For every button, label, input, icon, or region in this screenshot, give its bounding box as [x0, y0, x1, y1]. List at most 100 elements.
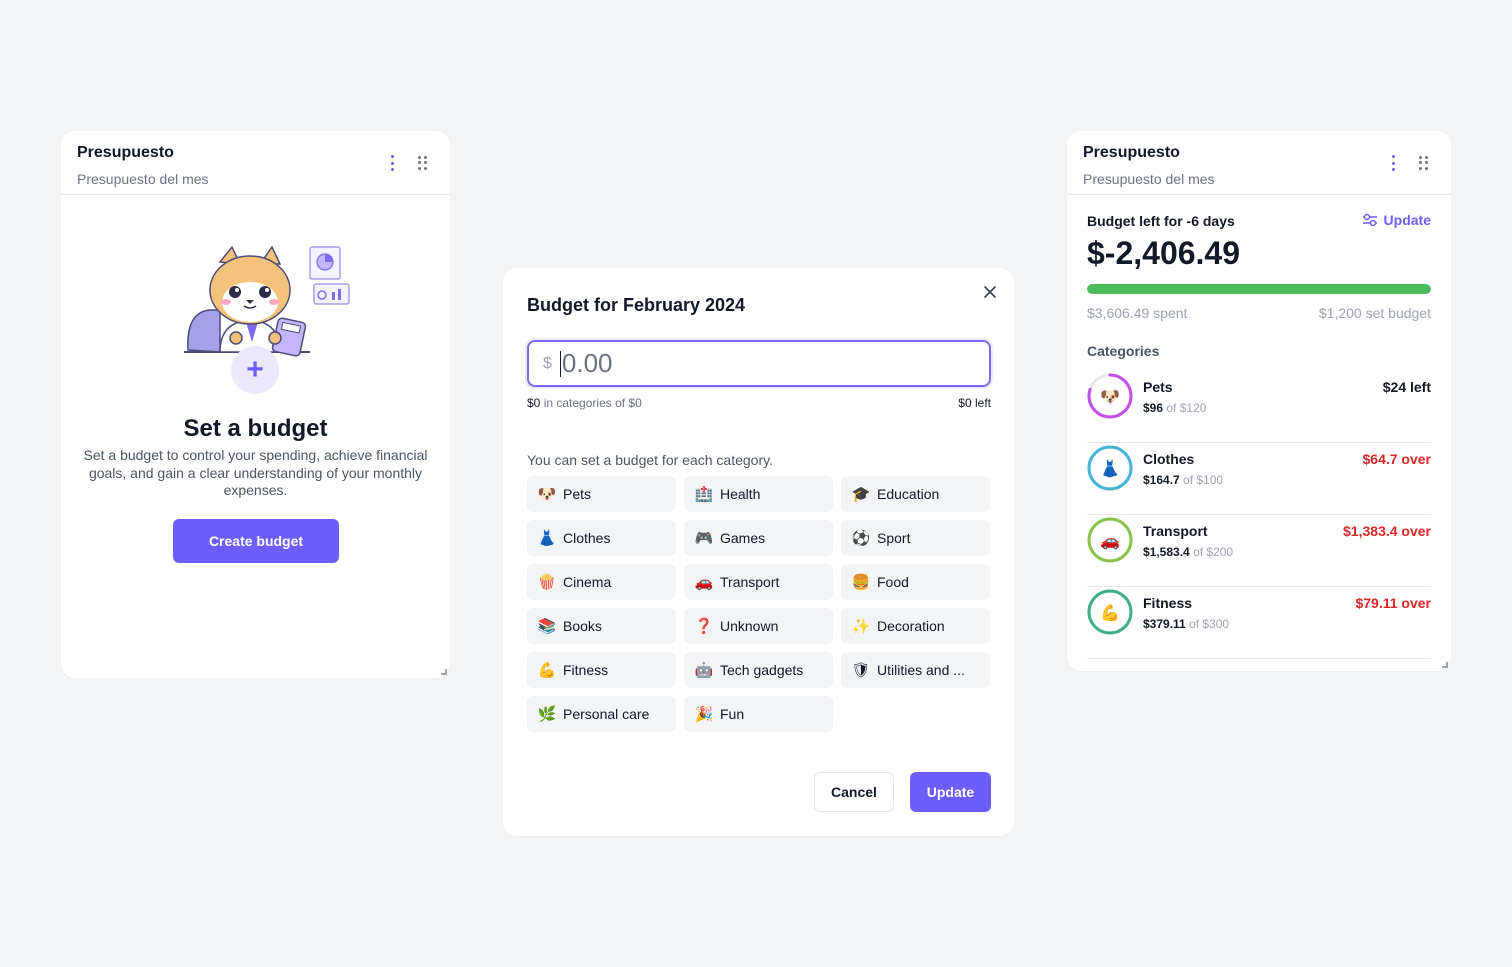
- more-options-icon[interactable]: [1387, 155, 1399, 171]
- resize-handle-icon[interactable]: [1442, 662, 1448, 668]
- category-budget-row[interactable]: 👗 Clothes $164.7 of $100 $64.7 over: [1087, 443, 1431, 515]
- category-emoji-icon: 🎮: [694, 529, 714, 547]
- card-header: Presupuesto Presupuesto del mes: [61, 131, 450, 195]
- category-emoji-icon: 💪: [1100, 602, 1120, 622]
- update-button[interactable]: Update: [910, 772, 991, 812]
- budget-widget: Presupuesto Presupuesto del mes Budget l…: [1067, 131, 1451, 671]
- card-title: Presupuesto: [77, 144, 174, 161]
- category-chip[interactable]: 🏥 Health: [684, 476, 833, 512]
- category-chip[interactable]: 👗 Clothes: [527, 520, 676, 556]
- budget-widget-empty: Presupuesto Presupuesto del mes: [61, 131, 450, 678]
- category-status: $24 left: [1382, 379, 1431, 395]
- create-budget-button[interactable]: Create budget: [173, 519, 339, 563]
- category-chip[interactable]: 🎮 Games: [684, 520, 833, 556]
- category-chip[interactable]: 🚗 Transport: [684, 564, 833, 600]
- budget-progress-fill: [1087, 284, 1431, 294]
- category-chip[interactable]: 📚 Books: [527, 608, 676, 644]
- spent-summary: $3,606.49 spent $1,200 set budget: [1087, 305, 1431, 321]
- card-subtitle: Presupuesto del mes: [77, 171, 209, 187]
- category-chip-label: Personal care: [563, 706, 650, 722]
- category-budget-row[interactable]: 🐶 Pets $96 of $120 $24 left: [1087, 371, 1431, 443]
- category-budget-of: of $100: [1183, 473, 1224, 487]
- cancel-button[interactable]: Cancel: [814, 772, 894, 812]
- category-chip[interactable]: ✨ Decoration: [841, 608, 990, 644]
- category-chip-label: Fun: [720, 706, 745, 722]
- more-options-icon[interactable]: [386, 155, 398, 171]
- category-emoji-icon: ✨: [851, 617, 871, 635]
- category-chip[interactable]: 🍿 Cinema: [527, 564, 676, 600]
- category-name: Pets: [1143, 379, 1173, 395]
- category-emoji-icon: 👗: [537, 529, 557, 547]
- set-budget-amount: $1,200 set budget: [1318, 305, 1431, 321]
- category-chip-label: Sport: [877, 530, 911, 546]
- budget-amount-input[interactable]: [561, 348, 942, 379]
- add-budget-icon[interactable]: +: [231, 346, 279, 394]
- drag-handle-icon[interactable]: [418, 156, 428, 170]
- category-chip-label: Games: [720, 530, 766, 546]
- remaining-amount: $0 left: [958, 396, 991, 410]
- card-title: Presupuesto: [1083, 144, 1180, 161]
- category-spent-summary: $96 of $120: [1143, 401, 1206, 415]
- category-emoji-icon: 🚗: [694, 573, 714, 591]
- category-name: Transport: [1143, 523, 1208, 539]
- category-chip[interactable]: 🐶 Pets: [527, 476, 676, 512]
- category-chip[interactable]: ⚽ Sport: [841, 520, 990, 556]
- category-chip[interactable]: 🌿 Personal care: [527, 696, 676, 732]
- category-emoji-icon: 🌿: [537, 705, 557, 723]
- category-emoji-icon: 🏥: [694, 485, 714, 503]
- category-chip-label: Tech gadgets: [720, 662, 804, 678]
- category-chip-label: Cinema: [563, 574, 612, 590]
- category-chip-label: Fitness: [563, 662, 609, 678]
- category-emoji-icon: 📚: [537, 617, 557, 635]
- budget-progress-bar: [1087, 284, 1431, 294]
- category-status: $1,383.4 over: [1343, 523, 1431, 539]
- resize-handle-icon[interactable]: [441, 669, 447, 675]
- category-budget-of: of $300: [1189, 617, 1230, 631]
- empty-state-title: Set a budget: [183, 415, 328, 442]
- category-chip[interactable]: 🎓 Education: [841, 476, 990, 512]
- drag-handle-icon[interactable]: [1419, 156, 1429, 170]
- category-spent-summary: $379.11 of $300: [1143, 617, 1229, 631]
- category-chip[interactable]: 🛡 Utilities and ...: [841, 652, 990, 688]
- category-grid: 🐶 Pets 🏥 Health 🎓 Education 👗 Clothes 🎮 Games ⚽ Spo…: [527, 476, 992, 732]
- category-chip[interactable]: 🎉 Fun: [684, 696, 833, 732]
- allocated-amount: $0: [527, 396, 541, 410]
- category-chip[interactable]: 💪 Fitness: [527, 652, 676, 688]
- category-chip-label: Clothes: [563, 530, 611, 546]
- budget-amount-field[interactable]: $: [527, 340, 991, 387]
- category-emoji-icon: ❓: [694, 617, 714, 635]
- category-emoji-icon: 💪: [537, 661, 557, 679]
- category-emoji-icon: 🍔: [851, 573, 871, 591]
- close-icon[interactable]: [982, 284, 998, 300]
- category-status: $79.11 over: [1355, 595, 1431, 611]
- category-emoji-icon: 🎓: [851, 485, 871, 503]
- category-budget-list: 🐶 Pets $96 of $120 $24 left 👗 Clothes $164.7 o…: [1087, 371, 1431, 659]
- budget-left-amount: $-2,406.49: [1087, 235, 1241, 271]
- category-name: Clothes: [1143, 451, 1195, 467]
- category-chip-label: Pets: [563, 486, 592, 502]
- category-budget-row[interactable]: 🚗 Transport $1,583.4 of $200 $1,383.4 over: [1087, 515, 1431, 587]
- category-budget-row[interactable]: 💪 Fitness $379.11 of $300 $79.11 over: [1087, 587, 1431, 659]
- category-emoji-icon: 🛡: [851, 661, 871, 679]
- category-chip-label: Education: [877, 486, 940, 502]
- category-name: Fitness: [1143, 595, 1193, 611]
- allocated-text: in categories of $0: [543, 396, 642, 410]
- category-chip-label: Books: [563, 618, 602, 634]
- category-chip-label: Unknown: [720, 618, 779, 634]
- category-emoji-icon: ⚽: [851, 529, 871, 547]
- category-chip[interactable]: 🍔 Food: [841, 564, 990, 600]
- category-emoji-icon: 🐶: [537, 485, 557, 503]
- category-emoji-icon: 🤖: [694, 661, 714, 679]
- category-progress-ring: 🐶: [1087, 373, 1133, 419]
- category-emoji-icon: 👗: [1100, 458, 1120, 478]
- category-budget-of: of $120: [1166, 401, 1207, 415]
- category-progress-ring: 👗: [1087, 445, 1133, 491]
- category-budget-of: of $200: [1193, 545, 1234, 559]
- category-spent: $164.7: [1143, 473, 1180, 487]
- category-emoji-icon: 🎉: [694, 705, 714, 723]
- category-chip[interactable]: 🤖 Tech gadgets: [684, 652, 833, 688]
- category-chip[interactable]: ❓ Unknown: [684, 608, 833, 644]
- update-budget-link[interactable]: Update: [1362, 212, 1431, 228]
- modal-title: Budget for February 2024: [527, 295, 746, 315]
- category-progress-ring: 🚗: [1087, 517, 1133, 563]
